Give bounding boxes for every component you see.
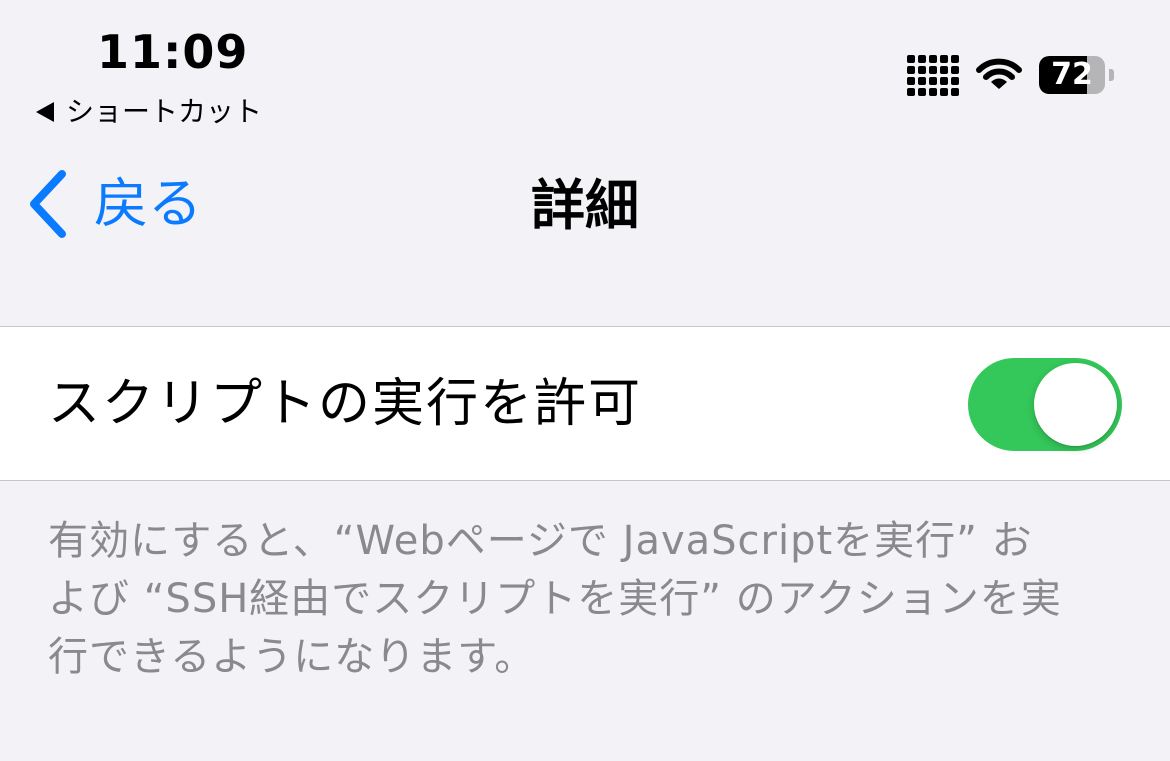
battery-cap [1109,69,1114,81]
back-to-app-button[interactable]: ショートカット [36,92,262,132]
status-time: 11:09 [97,25,249,79]
allow-scripts-description: 有効にすると、“Webページで JavaScriptを実行” および “SSH経… [48,518,1062,680]
wifi-icon [976,58,1022,89]
battery-body: 72 [1039,56,1105,94]
allow-scripts-label: スクリプトの実行を許可 [48,374,643,434]
allow-scripts-row: スクリプトの実行を許可 [0,326,1170,481]
page-title: 詳細 [531,174,639,237]
back-triangle-icon [36,102,54,122]
battery-percent: 72 [1051,57,1093,92]
cellular-signal-icon [907,54,959,96]
back-to-app-label: ショートカット [66,95,263,128]
allow-scripts-toggle[interactable] [968,358,1122,451]
status-indicators: 72 [907,54,1114,96]
battery-icon: 72 [1039,56,1114,94]
toggle-knob [1034,363,1117,446]
screen: 11:09 ショートカット 72 戻る 詳細 スクリプトの実行を許可 有効にする… [0,0,1170,761]
